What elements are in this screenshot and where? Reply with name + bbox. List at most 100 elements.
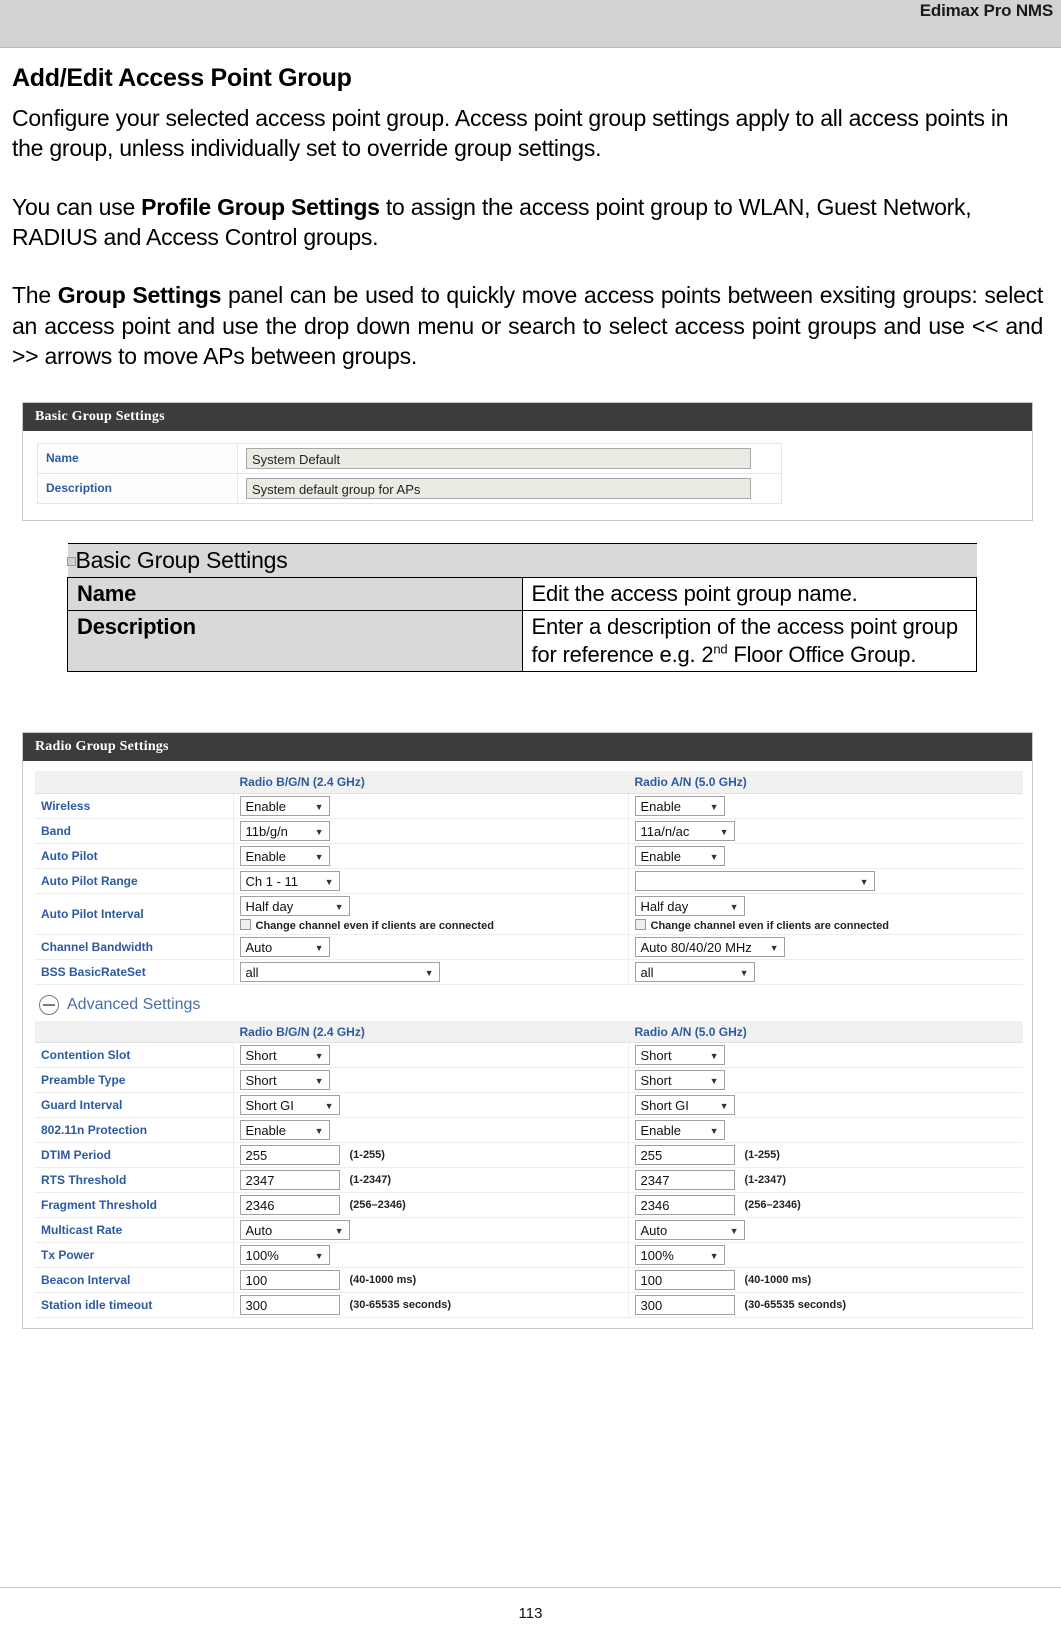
chevron-down-icon: ▼: [314, 851, 324, 862]
bss-basicrateset-50-select[interactable]: all ▼: [634, 961, 755, 982]
row-label-auto-pilot-interval: Auto Pilot Interval: [35, 893, 234, 935]
tx-power-24-select[interactable]: 100% ▼: [239, 1245, 330, 1266]
channel-bandwidth-24-select[interactable]: Auto ▼: [239, 936, 330, 957]
table-row: Description Enter a description of the a…: [67, 610, 977, 673]
table-row: Name Edit the access point group name.: [67, 576, 977, 612]
chevron-down-icon: ▼: [314, 1051, 324, 1062]
row-label-multicast-rate: Multicast Rate: [35, 1217, 234, 1244]
auto-pilot-interval-24-select[interactable]: Half day ▼: [239, 895, 350, 916]
bss-basicrateset-50-value: all: [640, 964, 654, 980]
rts-threshold-50-input[interactable]: 2347: [634, 1170, 735, 1191]
dtim-period-24-input[interactable]: 255: [239, 1145, 340, 1166]
preamble-type-50-select[interactable]: Short ▼: [634, 1070, 725, 1091]
contention-slot-50-select[interactable]: Short ▼: [634, 1045, 725, 1066]
wireless-24-select[interactable]: Enable ▼: [239, 795, 330, 816]
chevron-down-icon: ▼: [314, 1076, 324, 1087]
table-row: Contention Slot Short ▼ Short ▼: [35, 1042, 1023, 1069]
guard-interval-50-value: Short GI: [640, 1098, 689, 1114]
auto-pilot-range-24-cell: Ch 1 - 11 ▼: [233, 868, 629, 894]
multicast-rate-50-select[interactable]: Auto ▼: [634, 1220, 745, 1241]
dtim-period-50-cell: 255 (1-255): [628, 1142, 1023, 1169]
station-idle-timeout-24-input[interactable]: 300: [239, 1295, 340, 1316]
radio-group-settings-screenshot: Radio Group Settings Radio B/G/N (2.4 GH…: [22, 732, 1033, 1330]
protection-24-select[interactable]: Enable ▼: [239, 1120, 330, 1141]
chevron-down-icon: ▼: [709, 1076, 719, 1087]
auto-pilot-interval-24-cell: Half day ▼ Change channel even if clients…: [233, 893, 629, 935]
table-row: Fragment Threshold 2346 (256–2346) 2346 (2…: [35, 1192, 1023, 1219]
station-idle-timeout-50-cell: 300 (30-65535 seconds): [628, 1292, 1023, 1319]
wireless-50-select[interactable]: Enable ▼: [634, 795, 725, 816]
rts-threshold-24-input[interactable]: 2347: [239, 1170, 340, 1191]
description-value-line1: Enter a description of the access point …: [531, 614, 959, 640]
auto-pilot-range-24-select[interactable]: Ch 1 - 11 ▼: [239, 870, 340, 891]
wireless-50-cell: Enable ▼: [628, 793, 1023, 819]
guard-interval-50-select[interactable]: Short GI ▼: [634, 1095, 735, 1116]
page-title: Add/Edit Access Point Group: [12, 64, 352, 92]
auto-pilot-range-24-value: Ch 1 - 11: [245, 873, 299, 889]
auto-pilot-interval-50-select[interactable]: Half day ▼: [634, 895, 745, 916]
protection-50-select[interactable]: Enable ▼: [634, 1120, 725, 1141]
dtim-period-50-input[interactable]: 255: [634, 1145, 735, 1166]
name-input[interactable]: System Default: [246, 447, 751, 469]
tx-power-50-select[interactable]: 100% ▼: [634, 1245, 725, 1266]
para2-lead: You can use: [12, 193, 142, 220]
intro-paragraph: Configure your selected access point gro…: [12, 105, 1009, 162]
collapse-minus-icon[interactable]: [39, 994, 59, 1015]
auto-pilot-interval-24-value: Half day: [245, 898, 294, 914]
basic-group-settings-panel-body: Name System Default Description System d…: [23, 430, 1032, 520]
chevron-down-icon: ▼: [334, 1226, 344, 1237]
channel-bandwidth-50-select[interactable]: Auto 80/40/20 MHz ▼: [634, 936, 785, 957]
protection-50-value: Enable: [640, 1123, 681, 1139]
guard-interval-24-cell: Short GI ▼: [233, 1092, 629, 1119]
beacon-interval-24-input[interactable]: 100: [239, 1270, 340, 1291]
guard-interval-50-cell: Short GI ▼: [628, 1092, 1023, 1119]
row-label-rts-threshold: RTS Threshold: [35, 1167, 234, 1194]
auto-pilot-24-value: Enable: [245, 848, 286, 864]
band-24-select[interactable]: 11b/g/n ▼: [239, 820, 330, 841]
bss-basicrateset-24-select[interactable]: all ▼: [239, 961, 440, 982]
channel-bandwidth-50-cell: Auto 80/40/20 MHz ▼: [628, 934, 1023, 960]
table-header-row: Radio B/G/N (2.4 GHz) Radio A/N (5.0 GHz…: [35, 771, 1023, 794]
fragment-threshold-24-input[interactable]: 2346: [239, 1195, 340, 1216]
multicast-rate-24-value: Auto: [245, 1223, 273, 1239]
description-table-value-name: Edit the access point group name.: [521, 576, 977, 612]
auto-pilot-50-select[interactable]: Enable ▼: [634, 845, 725, 866]
beacon-interval-50-hint: (40-1000 ms): [744, 1274, 812, 1287]
band-50-value: 11a/n/ac: [640, 823, 690, 839]
channel-bandwidth-24-cell: Auto ▼: [233, 934, 629, 960]
multicast-rate-24-cell: Auto ▼: [233, 1217, 629, 1244]
guard-interval-24-select[interactable]: Short GI ▼: [239, 1095, 340, 1116]
auto-pilot-24-select[interactable]: Enable ▼: [239, 845, 330, 866]
change-channel-24-checkbox[interactable]: [239, 918, 251, 930]
beacon-interval-50-input[interactable]: 100: [634, 1270, 735, 1291]
table-row: Auto Pilot Enable ▼ Enable ▼: [35, 843, 1023, 869]
fragment-threshold-50-input[interactable]: 2346: [634, 1195, 735, 1216]
table-row: Guard Interval Short GI ▼ Short GI ▼: [35, 1092, 1023, 1119]
station-idle-timeout-50-input[interactable]: 300: [634, 1295, 735, 1316]
auto-pilot-50-value: Enable: [640, 848, 681, 864]
basic-group-settings-description-table: Basic Group Settings Name Edit the acces…: [67, 542, 977, 673]
beacon-interval-24-hint: (40-1000 ms): [349, 1274, 417, 1287]
contention-slot-24-select[interactable]: Short ▼: [239, 1045, 330, 1066]
contention-slot-24-value: Short: [245, 1048, 277, 1064]
name-label: Name: [37, 442, 238, 474]
chevron-down-icon: ▼: [314, 826, 324, 837]
advanced-column-header-24ghz: Radio B/G/N (2.4 GHz): [233, 1020, 629, 1044]
description-input[interactable]: System default group for APs: [246, 477, 751, 499]
auto-pilot-range-50-select[interactable]: ▼: [634, 870, 875, 891]
band-50-select[interactable]: 11a/n/ac ▼: [634, 820, 735, 841]
rts-threshold-24-cell: 2347 (1-2347): [233, 1167, 629, 1194]
chevron-down-icon: ▼: [334, 901, 344, 912]
basic-group-settings-panel-title: Basic Group Settings: [23, 402, 1032, 431]
advanced-settings-toggle[interactable]: Advanced Settings: [39, 994, 1020, 1015]
multicast-rate-24-select[interactable]: Auto ▼: [239, 1220, 350, 1241]
chevron-down-icon: ▼: [769, 942, 779, 953]
fragment-threshold-24-hint: (256–2346): [349, 1199, 406, 1212]
preamble-type-24-select[interactable]: Short ▼: [239, 1070, 330, 1091]
auto-pilot-24-cell: Enable ▼: [233, 843, 629, 869]
change-channel-50-checkbox[interactable]: [634, 918, 646, 930]
table-row: Channel Bandwidth Auto ▼ Auto 80/40/20 MH…: [35, 934, 1023, 960]
chevron-down-icon: ▼: [729, 901, 739, 912]
description-field-cell: System default group for APs: [237, 472, 782, 504]
paragraph-spacer: [12, 170, 1043, 192]
